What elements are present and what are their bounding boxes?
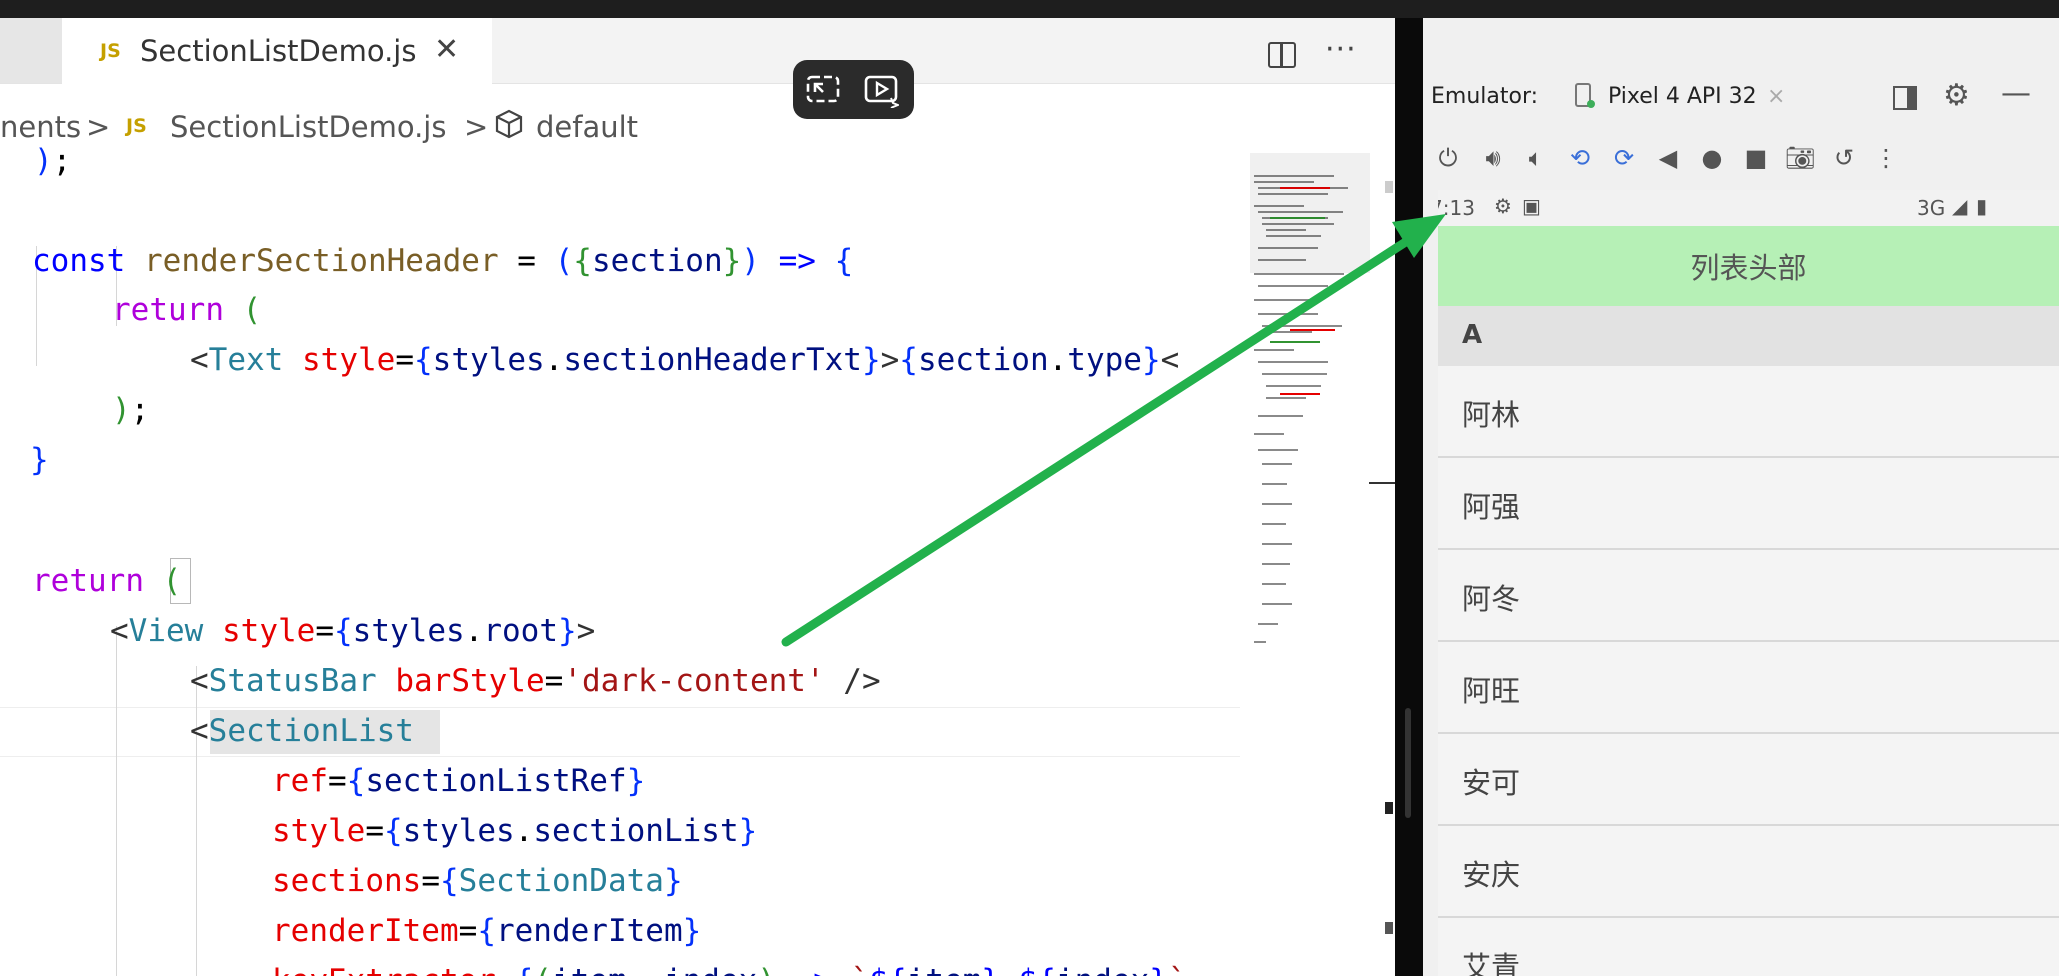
indent-guide (116, 626, 117, 976)
battery-icon: ▮ (1976, 194, 1988, 218)
signal-icon: ◢ (1952, 194, 1968, 218)
code-line: return ( (32, 563, 182, 599)
code-line: const renderSectionHeader = ({section}) … (32, 243, 854, 279)
gear-icon[interactable]: ⚙ (1943, 78, 1970, 113)
list-item-label: 阿林 (1462, 398, 1521, 432)
window-top-bar (0, 0, 2059, 18)
close-icon[interactable]: × (1767, 84, 1785, 109)
code-editor: JS SectionListDemo.js ✕ ··· nents > JS S… (0, 18, 1395, 976)
tab-strip: JS SectionListDemo.js ✕ ··· (0, 18, 1395, 84)
split-editor-icon[interactable] (1268, 42, 1296, 68)
js-file-icon: JS (100, 40, 121, 62)
device-status-bar: 7:13 ⚙ ▣ 3G ◢ ▮ (1438, 190, 2059, 224)
divider-grip[interactable] (1405, 708, 1411, 818)
notification-icon: ▣ (1522, 194, 1541, 218)
settings-notification-icon: ⚙ (1494, 194, 1512, 218)
breadcrumb-separator: > (464, 110, 489, 144)
emulator-panel: Emulator: Pixel 4 API 32 × ⚙ — ⏻ 🔊︎ 🔈︎ ⟲… (1423, 18, 2059, 976)
emulator-header: Emulator: Pixel 4 API 32 × ⚙ — (1423, 68, 2059, 128)
layout-icon[interactable] (1893, 86, 1917, 110)
overview-icon[interactable]: ■ (1741, 143, 1771, 173)
tab-previous[interactable] (0, 18, 62, 83)
snapshot-icon[interactable]: ↺ (1829, 143, 1859, 173)
device-screen[interactable]: 7:13 ⚙ ▣ 3G ◢ ▮ 列表头部 A 阿林 阿强 阿冬 阿旺 安可 安庆… (1438, 190, 2059, 976)
more-actions-icon[interactable]: ··· (1325, 32, 1357, 67)
list-item[interactable]: 艾青 (1438, 918, 2059, 976)
home-icon[interactable]: ● (1697, 143, 1727, 173)
more-options-icon[interactable]: ⋮ (1871, 143, 1901, 173)
network-type: 3G (1917, 196, 1946, 220)
list-item[interactable]: 安可 (1438, 734, 2059, 826)
rotate-left-icon[interactable]: ⟲ (1565, 143, 1595, 173)
minimize-icon[interactable]: — (2001, 76, 2031, 111)
breadcrumb-separator: > (86, 110, 111, 144)
status-time: 7:13 (1438, 196, 1475, 220)
breadcrumb-folder[interactable]: nents (0, 110, 81, 144)
list-item-label: 艾青 (1462, 950, 1521, 976)
list-item-label: 阿冬 (1462, 582, 1521, 616)
section-header: A (1438, 306, 2059, 366)
device-icon (1575, 83, 1595, 108)
code-line: } (30, 442, 49, 478)
code-line: <View style={styles.root}> (110, 613, 596, 649)
code-area[interactable]: ); const renderSectionHeader = ({section… (0, 146, 1240, 976)
code-line: ref={sectionListRef} (272, 763, 646, 799)
list-item[interactable]: 阿林 (1438, 366, 2059, 458)
tab-title: SectionListDemo.js (140, 34, 417, 68)
breadcrumb-file[interactable]: SectionListDemo.js (170, 110, 446, 144)
list-item[interactable]: 阿强 (1438, 458, 2059, 550)
code-line: return ( (112, 292, 262, 328)
code-line: <Text style={styles.sectionHeaderTxt}>{s… (190, 342, 1180, 378)
code-line: sections={SectionData} (272, 863, 683, 899)
minimap[interactable] (1250, 153, 1370, 673)
js-file-icon: JS (126, 115, 147, 137)
camera-icon[interactable]: 📷︎ (1785, 143, 1815, 173)
emulator-toolbar: ⏻ 🔊︎ 🔈︎ ⟲ ⟳ ◀ ● ■ 📷︎ ↺ ⋮ (1423, 133, 2059, 183)
symbol-module-icon (495, 109, 523, 139)
list-item[interactable]: 阿旺 (1438, 642, 2059, 734)
device-tab[interactable]: Pixel 4 API 32 (1608, 84, 1757, 109)
section-title: A (1462, 320, 1483, 350)
power-icon[interactable]: ⏻ (1433, 143, 1463, 173)
tab-sectionlistdemo[interactable]: JS SectionListDemo.js ✕ (62, 18, 492, 84)
back-icon[interactable]: ◀ (1653, 143, 1683, 173)
code-line: <SectionList (190, 713, 414, 749)
volume-down-icon[interactable]: 🔈︎ (1521, 143, 1551, 173)
exit-pip-icon[interactable] (805, 72, 841, 108)
close-icon[interactable]: ✕ (434, 32, 459, 67)
list-item-label: 阿强 (1462, 490, 1521, 524)
code-line: renderItem={renderItem} (272, 913, 702, 949)
rotate-right-icon[interactable]: ⟳ (1609, 143, 1639, 173)
video-overlay-controls (793, 60, 914, 119)
list-item-label: 安庆 (1462, 858, 1521, 892)
list-item-label: 阿旺 (1462, 674, 1521, 708)
panel-divider[interactable] (1395, 18, 1423, 976)
code-line: keyExtractor={(item, index) => `${item}-… (272, 956, 1187, 976)
breadcrumb-symbol[interactable]: default (536, 110, 638, 144)
current-line-highlight (0, 707, 1240, 757)
breadcrumb: nents > JS SectionListDemo.js > default (0, 102, 1250, 146)
emulator-label: Emulator: (1431, 84, 1539, 109)
list-item[interactable]: 安庆 (1438, 826, 2059, 918)
list-item[interactable]: 阿冬 (1438, 550, 2059, 642)
code-line: ); (34, 146, 72, 179)
code-line: ); (112, 392, 150, 428)
volume-up-icon[interactable]: 🔊︎ (1478, 143, 1508, 173)
play-sparkle-icon[interactable] (863, 72, 899, 108)
code-line: <StatusBar barStyle='dark-content' /> (190, 663, 881, 699)
list-item-label: 安可 (1462, 766, 1521, 800)
code-line: style={styles.sectionList} (272, 813, 758, 849)
list-header: 列表头部 (1438, 226, 2059, 306)
editor-scrollbar[interactable] (1369, 18, 1395, 976)
